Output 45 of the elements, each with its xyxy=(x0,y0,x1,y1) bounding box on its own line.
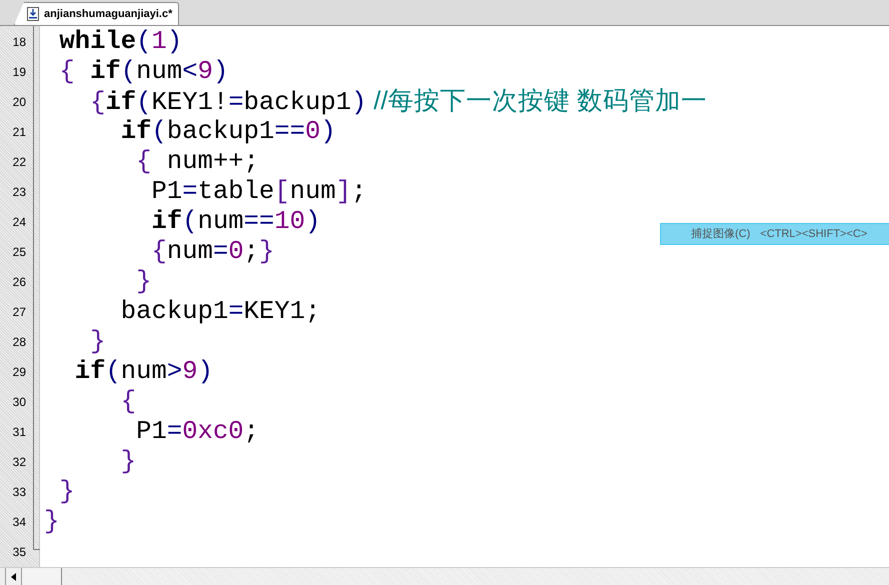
code-line: while(1) xyxy=(58,27,182,57)
code-line: P1=0xc0; xyxy=(135,417,260,447)
file-icon xyxy=(27,7,39,21)
line-number: 26 xyxy=(12,274,26,291)
line-number: 34 xyxy=(12,514,26,531)
scrollbar-end-button[interactable] xyxy=(0,568,6,585)
line-number: 23 xyxy=(12,184,26,201)
line-number: 25 xyxy=(12,244,26,261)
line-number: 31 xyxy=(12,424,26,441)
line-number: 30 xyxy=(12,394,26,411)
code-line: if(num>9) xyxy=(74,357,213,387)
code-line: } xyxy=(89,327,106,357)
line-number: 18 xyxy=(12,34,26,51)
line-number: 35 xyxy=(12,544,26,561)
code-line: if(num==10) xyxy=(150,207,320,237)
line-number: 22 xyxy=(12,154,26,171)
file-tab[interactable]: anjianshumaguanjiayi.c* xyxy=(14,2,180,25)
code-line: } xyxy=(58,477,75,507)
shortcut-text: <CTRL><SHIFT><C> xyxy=(760,226,868,242)
line-number: 24 xyxy=(12,214,26,231)
code-line: { xyxy=(120,387,136,417)
scroll-left-button[interactable] xyxy=(6,568,22,585)
scroll-thumb[interactable] xyxy=(22,568,62,585)
left-arrow-icon xyxy=(11,572,16,580)
code-line: {num=0;} xyxy=(150,237,274,267)
code-line: { num++; xyxy=(135,147,260,177)
code-line: P1=table[num]; xyxy=(150,177,367,207)
code-line: } xyxy=(135,267,152,297)
code-line: if(backup1==0) xyxy=(120,117,336,147)
line-number: 21 xyxy=(12,124,26,141)
code-line: {if(KEY1!=backup1) //每按下一次按键 数码管加一 xyxy=(89,86,707,118)
tab-title: anjianshumaguanjiayi.c* xyxy=(44,6,172,22)
line-number: 19 xyxy=(12,64,26,81)
line-number: 29 xyxy=(12,364,26,381)
code-line: { if(num<9) xyxy=(58,57,228,87)
tooltip-label: 捕捉图像(C) xyxy=(691,226,750,242)
code-line: } xyxy=(120,447,136,477)
line-number: 27 xyxy=(12,304,26,321)
line-number: 32 xyxy=(12,454,26,471)
line-number: 33 xyxy=(12,484,26,501)
code-line: backup1=KEY1; xyxy=(120,297,320,327)
horizontal-scrollbar[interactable] xyxy=(0,567,889,585)
line-number: 20 xyxy=(12,94,26,111)
code-line: } xyxy=(44,507,60,537)
line-number: 28 xyxy=(12,334,26,351)
